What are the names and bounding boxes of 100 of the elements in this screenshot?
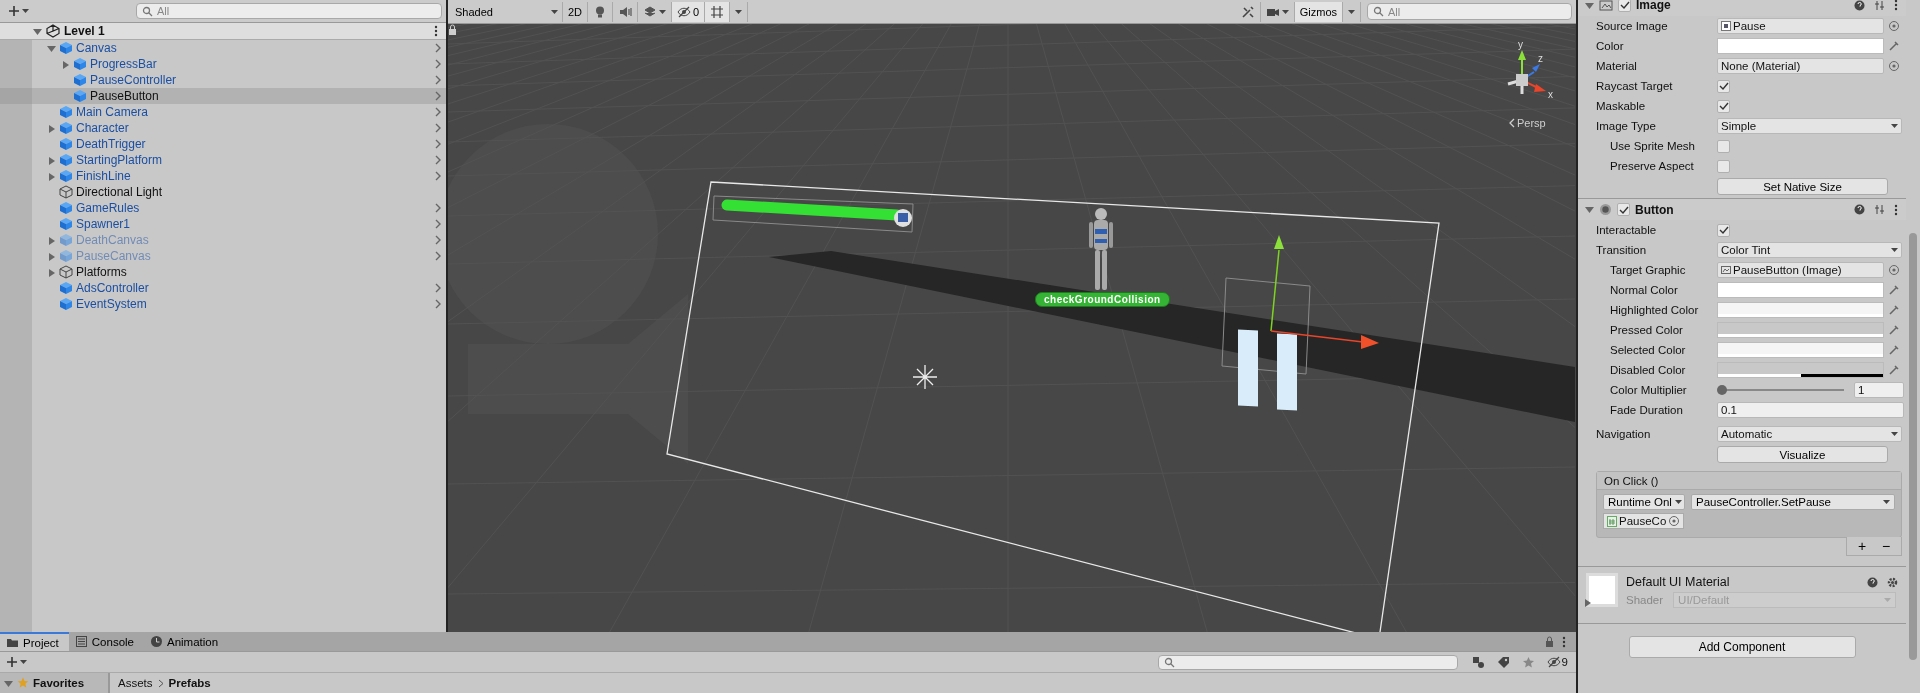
dropdown[interactable]: Color Tint <box>1717 242 1902 258</box>
eyedropper-icon[interactable] <box>1889 345 1899 355</box>
hierarchy-row[interactable]: Platforms <box>0 264 446 280</box>
search-field[interactable]: All <box>136 3 442 19</box>
dropdown[interactable]: Simple <box>1717 118 1902 134</box>
scene-row[interactable]: Level 1 <box>0 23 446 40</box>
hierarchy-row[interactable]: StartingPlatform <box>0 152 446 168</box>
checkbox[interactable] <box>1618 0 1631 12</box>
star-icon[interactable] <box>1521 655 1535 669</box>
hierarchy-row[interactable]: Character <box>0 120 446 136</box>
color-field[interactable] <box>1717 38 1884 54</box>
lock-icon[interactable] <box>1545 636 1554 647</box>
hierarchy-row[interactable]: Canvas <box>0 40 446 56</box>
expand-arrow-icon[interactable] <box>33 26 42 36</box>
hierarchy-row[interactable]: AdsController <box>0 280 446 296</box>
breadcrumb-item[interactable]: Assets <box>118 677 153 689</box>
presets-icon[interactable] <box>1874 0 1885 11</box>
checkbox[interactable] <box>1717 99 1730 113</box>
expand-arrow-icon[interactable] <box>1583 598 1592 607</box>
hidden-packages-toggle[interactable]: 9 <box>1546 656 1568 668</box>
checkbox[interactable] <box>1717 159 1730 173</box>
action-button[interactable]: Visualize <box>1717 446 1888 463</box>
color-field[interactable] <box>1717 282 1884 298</box>
object-name: GameRules <box>76 201 140 215</box>
filter-type-icon[interactable] <box>1471 655 1485 669</box>
function-dropdown[interactable]: PauseController.SetPause <box>1691 494 1895 510</box>
menu-icon[interactable] <box>434 25 438 37</box>
color-field[interactable] <box>1717 302 1884 318</box>
settings-icon[interactable] <box>1887 576 1898 588</box>
menu-icon[interactable] <box>1894 203 1898 216</box>
color-field[interactable] <box>1717 342 1884 358</box>
projection-toggle[interactable]: Persp <box>1508 117 1546 129</box>
add-component-button[interactable]: Add Component <box>1628 636 1856 658</box>
remove-button[interactable]: − <box>1879 538 1893 554</box>
color-field[interactable] <box>1717 362 1884 378</box>
hierarchy-row[interactable]: Spawner1 <box>0 216 446 232</box>
expand-arrow-icon[interactable] <box>46 171 56 181</box>
color-field[interactable] <box>1717 322 1884 338</box>
panel-tab[interactable]: Animation <box>144 632 229 651</box>
panel-tab[interactable]: Project <box>0 632 69 651</box>
hierarchy-row[interactable]: Main Camera <box>0 104 446 120</box>
dropdown[interactable]: Automatic <box>1717 426 1902 442</box>
hierarchy-row[interactable]: PauseButton <box>0 88 446 104</box>
orientation-gizmo-drawing[interactable] <box>1506 50 1546 96</box>
eyedropper-icon[interactable] <box>1889 285 1899 295</box>
eyedropper-icon[interactable] <box>1889 41 1899 51</box>
eyedropper-icon[interactable] <box>1889 365 1899 375</box>
field-label: Normal Color <box>1609 284 1679 296</box>
checkbox[interactable] <box>1717 79 1730 93</box>
checkbox[interactable] <box>1717 139 1730 153</box>
object-field[interactable]: PauseButton (Image) <box>1717 262 1884 278</box>
checkbox[interactable] <box>1717 223 1730 237</box>
check-icon <box>1618 0 1631 11</box>
expand-arrow-icon[interactable] <box>46 123 56 133</box>
panel-tab[interactable]: Console <box>68 632 144 651</box>
action-button[interactable]: Set Native Size <box>1717 178 1888 195</box>
call-state-dropdown[interactable]: Runtime Onl <box>1603 494 1685 510</box>
expand-arrow-icon[interactable] <box>46 267 56 277</box>
hierarchy-row[interactable]: GameRules <box>0 200 446 216</box>
hierarchy-row[interactable]: ProgressBar <box>0 56 446 72</box>
expand-arrow-icon[interactable] <box>1585 0 1594 10</box>
hierarchy-row[interactable]: FinishLine <box>0 168 446 184</box>
eyedropper-icon[interactable] <box>1889 325 1899 335</box>
help-icon[interactable] <box>1854 0 1865 11</box>
hidden-objects-toggle[interactable]: 0 <box>672 1 706 22</box>
add-button[interactable]: + <box>1855 538 1869 554</box>
expand-arrow-icon[interactable] <box>1585 205 1594 214</box>
eyedropper-icon[interactable] <box>1889 305 1899 315</box>
gizmos-button[interactable]: Gizmos <box>1294 1 1343 22</box>
help-icon[interactable] <box>1867 576 1878 588</box>
create-button[interactable] <box>6 656 27 668</box>
search-field[interactable]: All <box>1367 3 1572 20</box>
object-field[interactable]: PauseCo <box>1603 513 1685 529</box>
lock-icon[interactable] <box>448 24 457 35</box>
breadcrumb-item[interactable]: Prefabs <box>168 677 211 689</box>
menu-icon[interactable] <box>1894 0 1898 11</box>
number-field[interactable]: 0.1 <box>1717 402 1904 418</box>
presets-icon[interactable] <box>1874 204 1885 215</box>
favorites-header[interactable]: Favorites <box>0 673 110 693</box>
hierarchy-row[interactable]: Directional Light <box>0 184 446 200</box>
expand-arrow-icon[interactable] <box>60 59 70 69</box>
hierarchy-row[interactable]: PauseController <box>0 72 446 88</box>
expand-arrow-icon[interactable] <box>46 155 56 165</box>
object-field[interactable]: Pause <box>1717 18 1884 34</box>
object-picker-icon[interactable] <box>1668 515 1681 527</box>
slider-thumb[interactable] <box>1717 385 1727 395</box>
number-field[interactable]: 1 <box>1854 382 1904 398</box>
help-icon[interactable] <box>1854 204 1865 215</box>
expand-arrow-icon[interactable] <box>46 251 56 261</box>
expand-arrow-icon[interactable] <box>46 235 56 245</box>
hierarchy-row[interactable]: EventSystem <box>0 296 446 312</box>
object-field[interactable]: None (Material) <box>1717 58 1884 74</box>
menu-icon[interactable] <box>1562 635 1566 648</box>
checkbox[interactable] <box>1617 203 1630 216</box>
axis-label: z <box>1538 53 1543 64</box>
expand-arrow-icon[interactable] <box>46 43 56 53</box>
hierarchy-row[interactable]: DeathTrigger <box>0 136 446 152</box>
grid-button[interactable] <box>705 1 731 22</box>
search-field[interactable] <box>1157 654 1458 670</box>
label-icon[interactable] <box>1496 655 1510 669</box>
